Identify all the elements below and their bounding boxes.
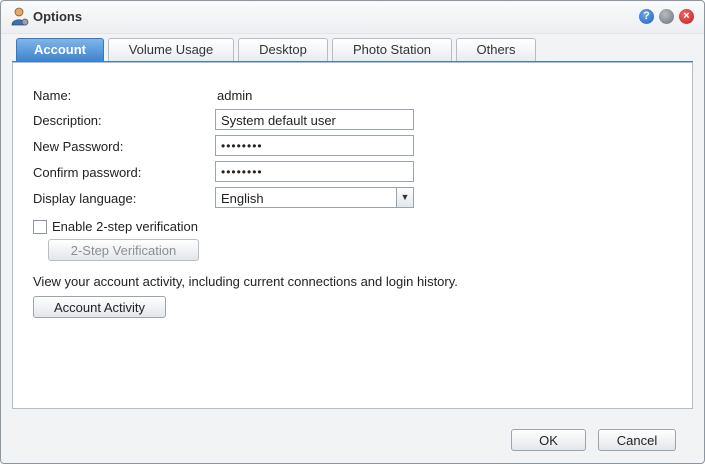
- display-language-label: Display language:: [33, 191, 137, 206]
- description-label: Description:: [33, 113, 102, 128]
- tab-photo-station[interactable]: Photo Station: [332, 38, 452, 61]
- title-bar[interactable]: Options ? ×: [1, 1, 704, 34]
- tab-account[interactable]: Account: [16, 38, 104, 62]
- account-activity-button[interactable]: Account Activity: [33, 296, 166, 318]
- ok-button[interactable]: OK: [511, 429, 586, 451]
- account-activity-info: View your account activity, including cu…: [33, 274, 458, 289]
- display-language-value: English: [221, 191, 264, 206]
- tab-desktop[interactable]: Desktop: [238, 38, 328, 61]
- description-field[interactable]: System default user: [215, 109, 414, 130]
- close-button[interactable]: ×: [679, 9, 694, 24]
- minimize-button[interactable]: [659, 9, 674, 24]
- name-label: Name:: [33, 88, 72, 103]
- confirm-password-field[interactable]: ••••••••: [215, 161, 414, 182]
- display-language-select[interactable]: English ▼: [215, 187, 414, 208]
- enable-2step-checkbox[interactable]: [33, 220, 47, 234]
- enable-2step-label[interactable]: Enable 2-step verification: [52, 219, 198, 234]
- new-password-label: New Password:: [33, 139, 124, 154]
- name-value: admin: [217, 88, 253, 103]
- cancel-button[interactable]: Cancel: [598, 429, 676, 451]
- new-password-field[interactable]: ••••••••: [215, 135, 414, 156]
- tab-others[interactable]: Others: [456, 38, 536, 61]
- confirm-password-label: Confirm password:: [33, 165, 142, 180]
- chevron-down-icon[interactable]: ▼: [396, 188, 413, 207]
- help-button[interactable]: ?: [639, 9, 654, 24]
- two-step-verification-button[interactable]: 2-Step Verification: [48, 239, 199, 261]
- user-options-icon: [11, 7, 29, 26]
- window-title: Options: [33, 9, 83, 24]
- tab-volume-usage[interactable]: Volume Usage: [108, 38, 234, 61]
